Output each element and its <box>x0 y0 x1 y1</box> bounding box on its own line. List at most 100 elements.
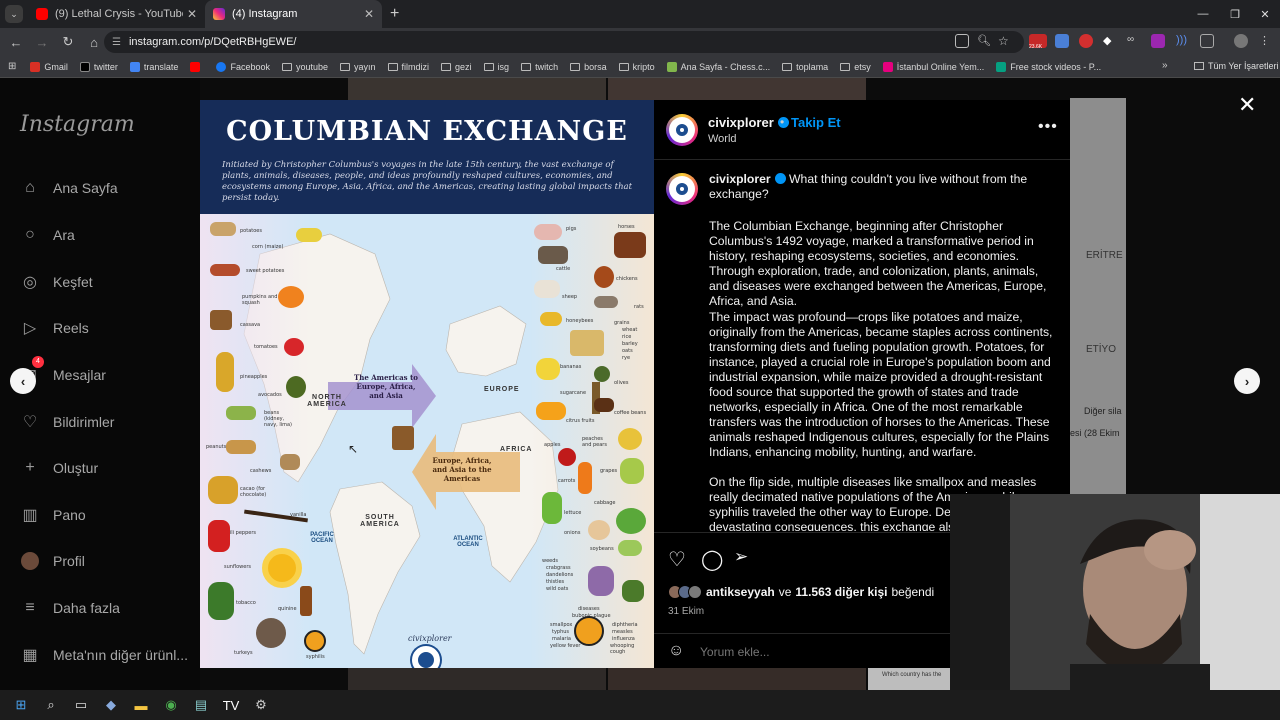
nav-notifications[interactable]: ♡ Bildirimler <box>20 410 115 434</box>
restore-icon[interactable]: ❐ <box>1218 0 1252 28</box>
emoji-icon[interactable]: ☺ <box>668 642 684 660</box>
comment-bubble-icon[interactable]: ◯ <box>701 547 723 572</box>
close-tab-icon[interactable]: ✕ <box>364 7 374 21</box>
item-label: chickens <box>616 276 638 282</box>
settings-gear-icon[interactable]: ⚙ <box>246 690 276 720</box>
extensions-puzzle-icon[interactable] <box>1200 34 1214 48</box>
more-bookmarks-icon[interactable]: » <box>1162 60 1168 71</box>
apps-grid-icon[interactable]: ⊞ <box>8 61 16 72</box>
site-info-icon[interactable]: ☰ <box>112 37 121 48</box>
liked-by-user[interactable]: antikseyyah <box>706 585 775 599</box>
reload-icon[interactable]: ↻ <box>56 34 80 50</box>
bookmark-facebook[interactable]: Facebook <box>216 61 270 72</box>
post-date[interactable]: 31 Ekim <box>668 606 704 617</box>
browser-menu-icon[interactable]: ⋮ <box>1259 34 1273 48</box>
close-window-icon[interactable]: ✕ <box>1248 0 1280 28</box>
bookmark-folder-etsy[interactable]: etsy <box>840 62 871 72</box>
caption-author-avatar[interactable] <box>666 173 698 205</box>
bookmark-star-icon[interactable]: ☆ <box>998 34 1012 48</box>
grapes-icon <box>620 458 644 484</box>
tab-search-button[interactable]: ⌄ <box>0 0 28 28</box>
bookmark-stock-videos[interactable]: Free stock videos - P... <box>996 61 1101 72</box>
search-icon[interactable]: ⌕ <box>36 690 66 720</box>
author-name[interactable]: civixplorer <box>708 115 789 130</box>
bookmark-folder-yayin[interactable]: yayın <box>340 62 376 72</box>
previous-post-icon[interactable]: ‹ <box>10 368 36 394</box>
close-modal-icon[interactable]: ✕ <box>1238 92 1256 118</box>
bookmark-chess[interactable]: Ana Sayfa - Chess.c... <box>666 61 770 72</box>
nav-more[interactable]: ≡ Daha fazla <box>20 596 120 620</box>
bookmark-folder-filmdizi[interactable]: filmdizi <box>387 62 429 72</box>
purple-ext-icon[interactable] <box>1151 34 1165 48</box>
nav-create[interactable]: + Oluştur <box>20 456 98 480</box>
caption-author[interactable]: civixplorer <box>709 172 771 186</box>
post-location[interactable]: World <box>708 133 737 145</box>
verified-icon <box>774 173 786 184</box>
zoom-icon[interactable]: 🔍︎ <box>977 34 991 48</box>
incognito-ext-icon[interactable]: ∞ <box>1127 34 1141 48</box>
item-label: rice <box>622 334 632 340</box>
back-icon[interactable]: ← <box>4 35 28 50</box>
windows-start-icon[interactable]: ⊞ <box>6 690 36 720</box>
bookmark-folder-toplama[interactable]: toplama <box>782 62 828 72</box>
facebook-icon <box>216 61 227 72</box>
bookmark-folder-borsa[interactable]: borsa <box>570 62 607 72</box>
item-label: tomatoes <box>254 344 278 350</box>
bookmark-translate[interactable]: translate <box>129 61 178 72</box>
bookmark-folder-kripto[interactable]: kripto <box>618 62 655 72</box>
tab-instagram[interactable]: (4) Instagram ✕ <box>205 0 382 28</box>
adblock-icon[interactable] <box>1079 34 1093 48</box>
post-caption: civixplorer What thing couldn't you live… <box>654 161 1070 531</box>
nav-reels[interactable]: ▷ Reels <box>20 316 89 340</box>
tradingview-icon[interactable]: TV <box>216 690 246 720</box>
task-view-icon[interactable]: ▭ <box>66 690 96 720</box>
app-icon[interactable]: ▤ <box>186 690 216 720</box>
share-send-icon[interactable]: ➢ <box>734 547 748 567</box>
new-tab-button[interactable]: + <box>390 5 399 23</box>
bookmark-folder-twitch[interactable]: twitch <box>521 62 558 72</box>
nav-profile[interactable]: Profil <box>20 549 85 573</box>
folder-icon <box>1194 62 1204 70</box>
profile-avatar[interactable] <box>1234 34 1248 48</box>
nav-dashboard[interactable]: ▥ Pano <box>20 503 85 527</box>
diamond-ext-icon[interactable]: ◆ <box>1103 34 1117 48</box>
likes-summary[interactable]: antikseyyah ve 11.563 diğer kişi beğendi <box>668 585 934 599</box>
nav-explore[interactable]: ◎ Keşfet <box>20 270 93 294</box>
nav-search[interactable]: ○ Ara <box>20 223 75 247</box>
install-app-icon[interactable] <box>955 34 969 48</box>
liked-others-count[interactable]: 11.563 diğer kişi <box>795 585 887 599</box>
chrome-icon[interactable]: ◉ <box>156 690 186 720</box>
bookmark-folder-isg[interactable]: isg <box>483 62 509 72</box>
item-label: measles <box>612 629 633 635</box>
translate-ext-icon[interactable] <box>1055 34 1069 48</box>
nav-meta[interactable]: ▦ Meta'nın diğer ürünl... <box>20 643 188 667</box>
address-bar[interactable]: ☰ instagram.com/p/DQetRBHgEWE/ <box>104 31 1024 53</box>
home-icon[interactable]: ⌂ <box>82 35 106 50</box>
author-avatar[interactable] <box>666 114 698 146</box>
copilot-icon[interactable]: ◆ <box>96 690 126 720</box>
sunflower-icon <box>262 548 302 588</box>
bookmark-folder-youtube[interactable]: youtube <box>281 62 328 72</box>
all-bookmarks-button[interactable]: Tüm Yer İşaretleri <box>1194 61 1279 71</box>
file-explorer-icon[interactable]: ▬ <box>126 690 156 720</box>
bookmark-gmail[interactable]: Gmail <box>30 61 68 72</box>
follow-button[interactable]: Takip Et <box>791 115 841 130</box>
minimize-icon[interactable]: — <box>1186 0 1220 28</box>
folder-icon <box>840 62 851 71</box>
like-heart-icon[interactable]: ♡ <box>668 547 686 572</box>
bookmark-twitter[interactable]: twitter <box>79 61 118 72</box>
audio-ext-icon[interactable]: ))) <box>1176 34 1190 48</box>
forward-icon[interactable]: → <box>30 35 54 50</box>
tab-youtube[interactable]: (9) Lethal Crysis - YouTube ✕ <box>28 0 205 28</box>
cabbage-icon <box>616 508 646 534</box>
x-icon <box>79 61 90 72</box>
more-options-icon[interactable]: ••• <box>1038 118 1058 136</box>
citrus-icon <box>536 402 566 420</box>
next-post-icon[interactable]: › <box>1234 368 1260 394</box>
instagram-logo[interactable]: Instagram <box>20 112 135 137</box>
bookmark-youtube-icon-only[interactable] <box>190 61 204 72</box>
bookmark-folder-gezi[interactable]: gezi <box>441 62 472 72</box>
nav-home[interactable]: ⌂ Ana Sayfa <box>20 176 117 200</box>
close-tab-icon[interactable]: ✕ <box>187 7 197 21</box>
bookmark-istanbul[interactable]: İstanbul Online Yem... <box>882 61 984 72</box>
